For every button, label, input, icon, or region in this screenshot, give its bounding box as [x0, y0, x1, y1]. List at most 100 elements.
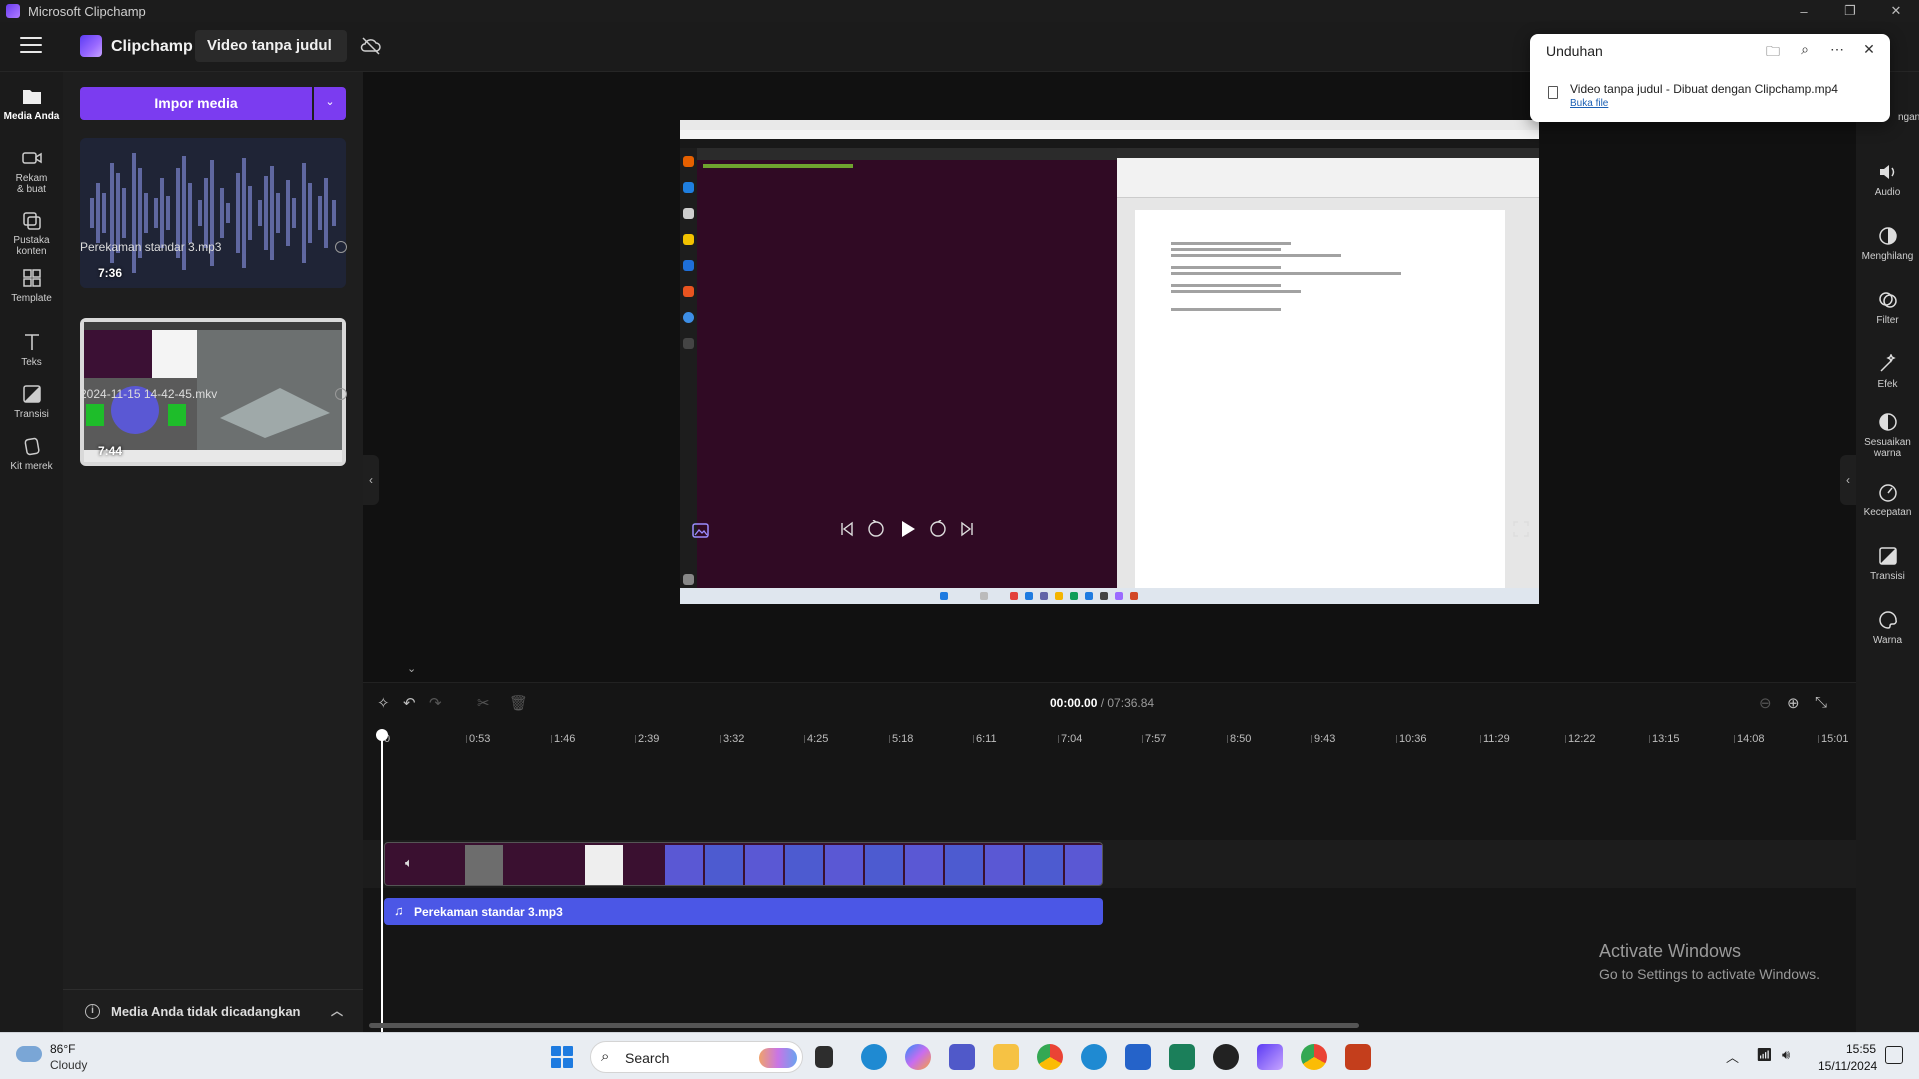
maximize-button[interactable]: ❐: [1827, 0, 1873, 22]
ruler-tick: 11:29: [1480, 733, 1510, 745]
download-filename[interactable]: Video tanpa judul - Dibuat dengan Clipch…: [1570, 82, 1838, 96]
zoom-in-icon[interactable]: ⊕: [1787, 694, 1800, 712]
project-title-input[interactable]: Video tanpa judul: [195, 30, 347, 62]
teams-icon[interactable]: [949, 1044, 975, 1070]
prop-audio[interactable]: Audio: [1856, 162, 1919, 198]
skip-forward-icon[interactable]: [959, 521, 975, 537]
prop-kecepatan[interactable]: Kecepatan: [1856, 482, 1919, 518]
downloads-title: Unduhan: [1546, 43, 1603, 59]
template-icon: [22, 269, 41, 287]
taskbar-search[interactable]: ⌕ Search: [590, 1041, 803, 1073]
close-icon[interactable]: ✕: [1860, 41, 1878, 65]
magic-photo-icon[interactable]: [691, 521, 711, 539]
collapse-timeline-icon[interactable]: ⌄: [407, 662, 416, 675]
show-hidden-icons[interactable]: ︿: [1726, 1047, 1739, 1066]
help-icon: [683, 312, 694, 323]
ruler-tick: 1:46: [550, 733, 576, 745]
nav-label: Kit merek: [10, 461, 53, 472]
video-track: 🔈︎: [363, 840, 1856, 888]
prop-filter[interactable]: Filter: [1856, 290, 1919, 326]
magic-tools-icon[interactable]: ✧: [377, 694, 390, 712]
nav-pustaka-konten[interactable]: Pustaka konten: [0, 210, 63, 257]
skip-back-icon[interactable]: [839, 521, 855, 537]
prop-label: Filter: [1876, 315, 1899, 326]
nav-teks[interactable]: Teks: [0, 332, 63, 368]
split-icon[interactable]: ✂: [477, 694, 490, 712]
edge-dev-icon[interactable]: [1081, 1044, 1107, 1070]
adjust-color-icon: [1878, 413, 1897, 431]
synced-check-icon: [335, 388, 347, 400]
close-window-button[interactable]: ✕: [1873, 0, 1919, 22]
store-icon[interactable]: [1125, 1044, 1151, 1070]
prop-sesuaikan-warna[interactable]: Sesuaikan warna: [1856, 412, 1919, 459]
play-icon[interactable]: [899, 519, 917, 539]
open-folder-icon[interactable]: 🗀: [1764, 41, 1782, 65]
redo-icon[interactable]: ↷: [429, 694, 442, 712]
timeline-scrollbar[interactable]: [369, 1023, 1359, 1028]
open-file-link[interactable]: Buka file: [1570, 98, 1608, 109]
menu-icon[interactable]: [20, 37, 42, 55]
chevron-down-icon: ⌄: [325, 96, 335, 108]
copilot-icon[interactable]: [905, 1044, 931, 1070]
notification-icon[interactable]: [1885, 1046, 1903, 1064]
import-media-button[interactable]: Impor media: [80, 87, 312, 120]
wifi-icon[interactable]: 📶︎: [1756, 1047, 1773, 1063]
playhead[interactable]: [381, 730, 383, 1033]
volume-icon[interactable]: 🔊︎: [1782, 1047, 1790, 1063]
vscode-icon[interactable]: [1169, 1044, 1195, 1070]
fit-timeline-icon[interactable]: ⤡: [1815, 694, 1827, 711]
rewind-5s-icon[interactable]: [867, 520, 885, 538]
collapse-properties-panel-button[interactable]: ‹: [1840, 455, 1856, 505]
chrome-profile-icon[interactable]: [1301, 1044, 1327, 1070]
prop-label: Efek: [1877, 379, 1898, 390]
right-properties-rail: ngan Audio Menghilang Filter Efek Sesuai…: [1856, 72, 1919, 1032]
chrome-icon[interactable]: [1037, 1044, 1063, 1070]
windows-start-icon[interactable]: [551, 1046, 573, 1068]
cloud-icon: [16, 1046, 42, 1062]
undo-icon[interactable]: ↶: [403, 694, 416, 712]
total-time: / 07:36.84: [1100, 696, 1155, 710]
nav-rekam-buat[interactable]: Rekam & buat: [0, 148, 63, 195]
audio-clip[interactable]: ♫ Perekaman standar 3.mp3: [384, 898, 1103, 925]
clipchamp-taskbar-icon[interactable]: [1257, 1044, 1283, 1070]
powerpoint-icon[interactable]: [1345, 1044, 1371, 1070]
prop-transisi[interactable]: Transisi: [1856, 546, 1919, 582]
mute-icon[interactable]: 🔈︎: [405, 855, 413, 871]
delete-icon[interactable]: 🗑: [509, 694, 528, 712]
playhead-handle[interactable]: [376, 729, 388, 741]
backup-notice[interactable]: i Media Anda tidak dicadangkan ︿: [63, 989, 363, 1032]
watermark-line1: Activate Windows: [1599, 941, 1742, 961]
file-explorer-icon[interactable]: [993, 1044, 1019, 1070]
nav-media-anda[interactable]: Media Anda: [0, 86, 63, 122]
video-clip[interactable]: 🔈︎: [384, 842, 1103, 886]
sync-off-icon[interactable]: [360, 36, 382, 56]
prop-warna[interactable]: Warna: [1856, 610, 1919, 646]
prop-efek[interactable]: Efek: [1856, 354, 1919, 390]
minimize-button[interactable]: –: [1781, 0, 1827, 22]
nav-template[interactable]: Template: [0, 268, 63, 304]
obs-icon[interactable]: [1213, 1044, 1239, 1070]
search-icon[interactable]: ⌕: [1796, 41, 1814, 65]
fullscreen-icon[interactable]: [1513, 521, 1529, 537]
firefox-icon: [683, 156, 694, 167]
prop-menghilang[interactable]: Menghilang: [1856, 226, 1919, 262]
nav-label: Teks: [21, 357, 42, 368]
edge-icon[interactable]: [861, 1044, 887, 1070]
taskbar-clock[interactable]: 15:55 15/11/2024: [1818, 1042, 1878, 1073]
forward-5s-icon[interactable]: [929, 520, 947, 538]
collapse-media-panel-button[interactable]: ‹: [363, 455, 379, 505]
import-dropdown-button[interactable]: ⌄: [314, 87, 346, 120]
clock-date: 15/11/2024: [1818, 1059, 1878, 1073]
nav-transisi[interactable]: Transisi: [0, 384, 63, 420]
media-item-audio-thumbnail[interactable]: 7:36: [80, 138, 346, 288]
nav-kit-merek[interactable]: Kit merek: [0, 436, 63, 472]
ruler-tick: 12:22: [1565, 733, 1596, 745]
nav-label: Template: [11, 293, 52, 304]
more-options-icon[interactable]: ⋯: [1828, 41, 1846, 65]
chevron-up-icon[interactable]: ︿: [331, 1002, 343, 1019]
timeline-ruler[interactable]: 0 0:53 1:46 2:39 3:32 4:25 5:18 6:11 7:0…: [363, 723, 1856, 753]
zoom-out-icon[interactable]: ⊖: [1759, 694, 1772, 712]
windows-taskbar: 86°F Cloudy ⌕ Search ︿ 📶︎ 🔊︎ 15:55 15/11…: [0, 1032, 1919, 1079]
video-preview[interactable]: [680, 120, 1539, 604]
task-view-icon[interactable]: [815, 1046, 833, 1068]
